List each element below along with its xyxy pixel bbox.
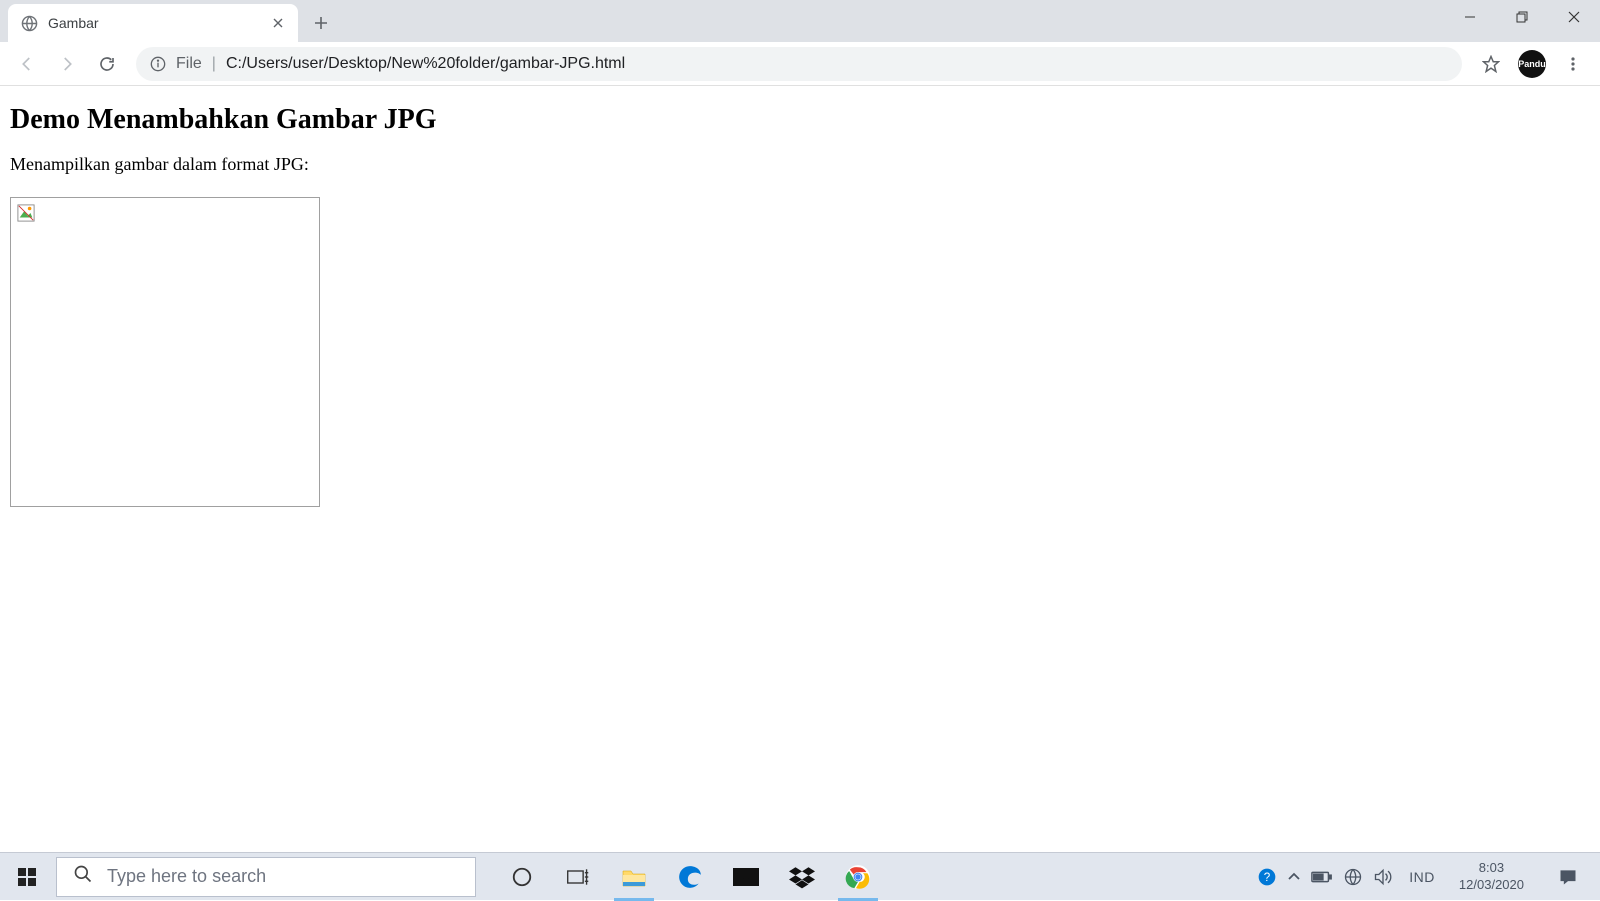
page-content: Demo Menambahkan Gambar JPG Menampilkan … xyxy=(0,86,1600,517)
url-text: C:/Users/user/Desktop/New%20folder/gamba… xyxy=(226,55,1448,73)
close-window-button[interactable] xyxy=(1548,0,1600,34)
tab-strip: Gambar xyxy=(0,0,1600,42)
search-icon xyxy=(73,864,93,889)
browser-tab[interactable]: Gambar xyxy=(8,4,298,42)
chrome-app[interactable] xyxy=(830,853,886,901)
broken-image xyxy=(10,197,320,507)
forward-button[interactable] xyxy=(50,47,84,81)
address-bar[interactable]: File | C:/Users/user/Desktop/New%20folde… xyxy=(136,47,1462,81)
back-button[interactable] xyxy=(10,47,44,81)
browser-window-chrome: Gambar xyxy=(0,0,1600,86)
url-scheme-label: File xyxy=(176,55,202,73)
taskbar-search[interactable]: Type here to search xyxy=(56,857,476,897)
bookmark-button[interactable] xyxy=(1474,47,1508,81)
chevron-up-icon[interactable] xyxy=(1287,870,1301,884)
maximize-window-button[interactable] xyxy=(1496,0,1548,34)
dropbox-app[interactable] xyxy=(774,853,830,901)
globe-icon xyxy=(20,14,38,32)
clock-time: 8:03 xyxy=(1479,860,1504,877)
tab-title: Gambar xyxy=(48,15,260,31)
search-placeholder: Type here to search xyxy=(107,866,266,887)
window-controls xyxy=(1444,0,1600,34)
edge-app[interactable] xyxy=(662,853,718,901)
broken-image-icon xyxy=(17,204,35,222)
svg-text:?: ? xyxy=(1264,871,1271,884)
network-icon[interactable] xyxy=(1343,867,1363,887)
clock-date: 12/03/2020 xyxy=(1459,877,1524,894)
language-indicator[interactable]: IND xyxy=(1403,869,1441,885)
mail-app[interactable] xyxy=(718,853,774,901)
action-center-button[interactable] xyxy=(1542,853,1594,901)
help-icon[interactable]: ? xyxy=(1257,867,1277,887)
profile-avatar[interactable]: Pandu xyxy=(1518,50,1546,78)
taskbar-clock[interactable]: 8:03 12/03/2020 xyxy=(1451,860,1532,894)
browser-toolbar: File | C:/Users/user/Desktop/New%20folde… xyxy=(0,42,1600,86)
page-heading: Demo Menambahkan Gambar JPG xyxy=(10,104,1590,136)
url-separator: | xyxy=(212,55,216,73)
battery-icon[interactable] xyxy=(1311,870,1333,884)
system-tray: ? IND 8:03 12/03/2020 xyxy=(1257,853,1600,900)
file-explorer-app[interactable] xyxy=(606,853,662,901)
task-view-button[interactable] xyxy=(550,853,606,901)
page-paragraph: Menampilkan gambar dalam format JPG: xyxy=(10,154,1590,175)
start-button[interactable] xyxy=(0,853,54,901)
cortana-button[interactable] xyxy=(494,853,550,901)
taskbar-pinned-apps xyxy=(494,853,886,900)
volume-icon[interactable] xyxy=(1373,867,1393,887)
menu-button[interactable] xyxy=(1556,47,1590,81)
reload-button[interactable] xyxy=(90,47,124,81)
windows-taskbar: Type here to search ? xyxy=(0,852,1600,900)
info-icon xyxy=(150,56,166,72)
close-tab-button[interactable] xyxy=(270,15,286,31)
minimize-window-button[interactable] xyxy=(1444,0,1496,34)
new-tab-button[interactable] xyxy=(306,8,336,38)
